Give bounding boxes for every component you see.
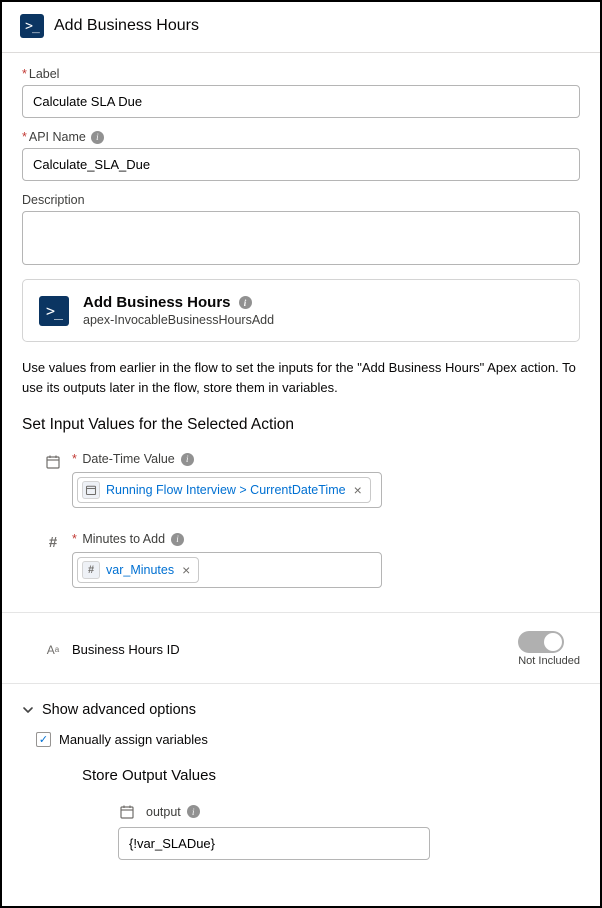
datetime-pill-text: Running Flow Interview > CurrentDateTime (106, 483, 346, 497)
minutes-value-input[interactable]: # var_Minutes × (72, 552, 382, 588)
text-type-icon: Aa (44, 641, 62, 659)
business-hours-id-label: Business Hours ID (72, 642, 180, 657)
datetime-pill: Running Flow Interview > CurrentDateTime… (77, 477, 371, 503)
required-indicator: * (22, 67, 27, 81)
action-config-panel: Add Business Hours *Label *API Name Desc… (0, 0, 602, 908)
info-icon[interactable] (187, 805, 200, 818)
description-field: Description (22, 193, 580, 265)
info-icon[interactable] (171, 533, 184, 546)
required-indicator: * (22, 130, 27, 144)
checkbox-icon (36, 732, 51, 747)
info-icon[interactable] (181, 453, 194, 466)
input-values-heading: Set Input Values for the Selected Action (22, 416, 580, 434)
output-variable-input[interactable] (118, 827, 430, 860)
remove-pill-icon[interactable]: × (352, 482, 364, 498)
datetime-input-row: * Date-Time Value Running Flow Interview… (22, 452, 580, 508)
divider (2, 683, 600, 684)
description-input[interactable] (22, 211, 580, 265)
form-body: *Label *API Name Description Add Busines… (2, 53, 600, 860)
manually-assign-checkbox-row[interactable]: Manually assign variables (36, 732, 580, 747)
label-field: *Label (22, 67, 580, 118)
store-output-heading: Store Output Values (82, 767, 580, 784)
api-name-input[interactable] (22, 148, 580, 181)
required-indicator: * (72, 452, 77, 466)
action-summary-card: Add Business Hours apex-InvocableBusines… (22, 279, 580, 342)
api-name-field-label: *API Name (22, 130, 580, 144)
datetime-type-icon (118, 803, 136, 821)
output-label: output (146, 805, 200, 819)
minutes-label: * Minutes to Add (72, 532, 580, 546)
datetime-type-icon (44, 453, 62, 471)
action-card-subtitle: apex-InvocableBusinessHoursAdd (83, 313, 274, 327)
business-hours-id-row: Aa Business Hours ID Not Included (22, 631, 580, 667)
label-field-label: *Label (22, 67, 580, 81)
minutes-input-row: # * Minutes to Add # var_Minutes × (22, 532, 580, 588)
info-icon[interactable] (91, 131, 104, 144)
required-indicator: * (72, 532, 77, 546)
manually-assign-label: Manually assign variables (59, 732, 208, 747)
toggle-state-label: Not Included (518, 655, 580, 667)
panel-header: Add Business Hours (2, 2, 600, 53)
apex-action-icon (20, 14, 44, 38)
number-pill-icon: # (82, 561, 100, 579)
divider (2, 612, 600, 613)
output-field-row: output (118, 802, 580, 821)
apex-action-icon (39, 296, 69, 326)
chevron-down-icon (22, 704, 34, 716)
description-field-label: Description (22, 193, 580, 207)
datetime-label: * Date-Time Value (72, 452, 580, 466)
help-text: Use values from earlier in the flow to s… (22, 358, 580, 398)
action-card-title: Add Business Hours (83, 294, 274, 311)
number-type-icon: # (44, 533, 62, 551)
remove-pill-icon[interactable]: × (180, 562, 192, 578)
info-icon[interactable] (239, 296, 252, 309)
include-toggle[interactable] (518, 631, 564, 653)
api-name-field: *API Name (22, 130, 580, 181)
datetime-pill-icon (82, 481, 100, 499)
panel-title: Add Business Hours (54, 17, 199, 35)
datetime-value-input[interactable]: Running Flow Interview > CurrentDateTime… (72, 472, 382, 508)
minutes-pill: # var_Minutes × (77, 557, 199, 583)
label-input[interactable] (22, 85, 580, 118)
advanced-options-toggle[interactable]: Show advanced options (22, 702, 580, 718)
minutes-pill-text: var_Minutes (106, 563, 174, 577)
